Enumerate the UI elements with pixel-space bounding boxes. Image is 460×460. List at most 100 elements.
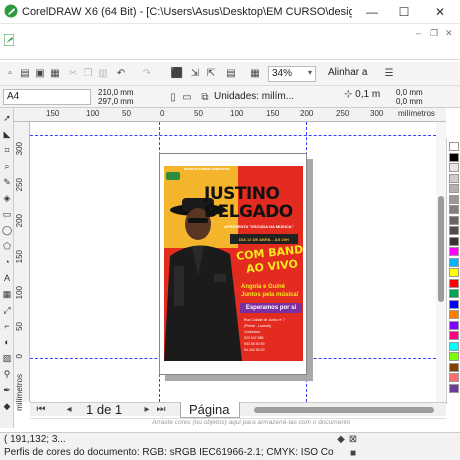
poster-info-line: 933 55 50 59 — [244, 342, 265, 346]
new-document-icon[interactable]: ▫ — [3, 66, 17, 80]
color-swatch[interactable] — [449, 268, 459, 277]
import-icon[interactable]: ⇲ — [188, 66, 202, 80]
table-tool-icon[interactable]: ▦ — [1, 288, 13, 300]
outline-tool-icon[interactable]: ✒ — [1, 384, 13, 396]
color-swatch[interactable] — [449, 289, 459, 298]
undo-icon[interactable]: ↶ — [114, 66, 128, 80]
landscape-icon[interactable]: ▭ — [180, 90, 194, 104]
dimension-tool-icon[interactable]: ⤢ — [1, 304, 13, 316]
color-swatch[interactable] — [449, 362, 459, 372]
color-swatch[interactable] — [449, 352, 459, 361]
color-swatch[interactable] — [449, 383, 459, 393]
poster-tagline: APRESENTA "ESCUDA NA MÚSICA" — [224, 224, 294, 229]
rectangle-tool-icon[interactable]: ▭ — [1, 208, 13, 220]
page-height-field[interactable]: 297,0 mm — [98, 97, 134, 106]
vertical-ruler[interactable]: 300 250 200 150 100 50 0 milímetros — [14, 122, 30, 411]
blend-tool-icon[interactable]: ◐ — [1, 336, 13, 348]
page-width-field[interactable]: 210,0 mm — [98, 88, 134, 97]
color-swatch[interactable] — [449, 236, 459, 246]
freehand-tool-icon[interactable]: ✎ — [1, 176, 13, 188]
ruler-tick-label: 300 — [15, 142, 24, 156]
color-swatch[interactable] — [449, 163, 459, 172]
snap-to-dropdown[interactable]: Alinhar a — [328, 67, 367, 78]
transparency-tool-icon[interactable]: ▨ — [1, 352, 13, 364]
redo-icon[interactable]: ↷ — [140, 66, 154, 80]
page-tab[interactable]: Página 1 — [180, 402, 240, 432]
color-swatch[interactable] — [449, 142, 459, 151]
fill-tool-icon[interactable]: ◆ — [1, 400, 13, 412]
launch-icon[interactable]: ▦ — [248, 66, 262, 80]
shape-tool-icon[interactable]: ◣ — [1, 128, 13, 140]
eyedropper-tool-icon[interactable]: ⚲ — [1, 368, 13, 380]
color-swatch[interactable] — [449, 184, 459, 193]
poster-date-banner: DIA 12 DE ABRIL - ÀS 20H — [230, 234, 298, 244]
save-icon[interactable]: ▣ — [33, 66, 47, 80]
portrait-icon[interactable]: ▯ — [166, 90, 180, 104]
color-swatch[interactable] — [449, 205, 459, 214]
copy-icon[interactable]: ❐ — [81, 66, 95, 80]
color-swatch[interactable] — [449, 173, 459, 183]
next-page-icon[interactable]: ▸ — [140, 402, 154, 416]
mdi-minimize-button[interactable]: – — [416, 28, 421, 38]
all-pages-icon[interactable]: ⧉ — [198, 90, 212, 104]
color-swatch[interactable] — [449, 152, 459, 162]
paste-icon[interactable]: ▥ — [96, 66, 110, 80]
horizontal-scroll-thumb[interactable] — [254, 407, 434, 413]
color-swatch[interactable] — [449, 310, 459, 319]
previous-page-icon[interactable]: ◂ — [62, 402, 76, 416]
text-tool-icon[interactable]: A — [1, 272, 13, 284]
color-swatch[interactable] — [449, 331, 459, 340]
zoom-tool-icon[interactable]: ⌕ — [1, 160, 13, 172]
print-icon[interactable]: ▦ — [48, 66, 62, 80]
outline-indicator-icon[interactable]: ⊠ — [346, 432, 360, 446]
close-button[interactable]: ✕ — [424, 0, 456, 24]
mdi-restore-button[interactable]: ❐ — [430, 28, 438, 39]
color-swatch[interactable] — [449, 278, 459, 288]
toolbox: ➚ ◣ ⌗ ⌕ ✎ ◈ ▭ ◯ ⬠ ◔ A ▦ ⤢ ⌐ ◐ ▨ ⚲ ✒ ◆ — [0, 108, 14, 428]
drawing-canvas[interactable]: MARIOTE KOMBIS ANIMADORA JUSTINO DELGADO… — [30, 122, 446, 402]
color-profile-text[interactable]: Perfis de cores do documento: RGB: sRGB … — [4, 447, 334, 458]
options-icon[interactable]: ☰ — [382, 66, 396, 80]
mdi-close-button[interactable]: ✕ — [445, 28, 453, 39]
document-page[interactable]: MARIOTE KOMBIS ANIMADORA JUSTINO DELGADO… — [159, 153, 307, 375]
color-swatch[interactable] — [449, 247, 459, 256]
cursor-coordinates: ( 191,132; 3... — [4, 434, 66, 445]
color-swatch[interactable] — [449, 226, 459, 235]
duplicate-y-field[interactable]: 0,0 mm — [396, 97, 423, 106]
nudge-distance-field[interactable]: ⊹ 0,1 m — [344, 89, 380, 100]
units-select[interactable]: Unidades: milím... — [214, 91, 294, 102]
outline-color-swatch-icon[interactable]: ■ — [346, 446, 360, 460]
vertical-scroll-thumb[interactable] — [438, 196, 444, 302]
page-size-select[interactable]: A4 — [3, 89, 91, 105]
last-page-icon[interactable]: ⏭ — [154, 402, 168, 416]
open-icon[interactable]: ▤ — [18, 66, 32, 80]
color-swatch[interactable] — [449, 373, 459, 382]
first-page-icon[interactable]: ⏮ — [34, 402, 48, 416]
color-swatch[interactable] — [449, 320, 459, 330]
minimize-button[interactable]: — — [356, 0, 388, 24]
poster-slogan-line1: Angola e Guiné — [241, 284, 286, 290]
maximize-button[interactable]: ☐ — [388, 0, 420, 24]
document-icon[interactable] — [4, 34, 14, 46]
color-swatch[interactable] — [449, 194, 459, 204]
basic-shapes-icon[interactable]: ◔ — [1, 256, 13, 268]
chevron-down-icon[interactable]: ▾ — [308, 68, 312, 77]
duplicate-x-field[interactable]: 0,0 mm — [396, 88, 423, 97]
connector-tool-icon[interactable]: ⌐ — [1, 320, 13, 332]
ellipse-tool-icon[interactable]: ◯ — [1, 224, 13, 236]
color-swatch[interactable] — [449, 257, 459, 267]
horizontal-ruler[interactable]: 150 100 50 0 50 100 150 200 250 300 milí… — [14, 108, 446, 122]
export-icon[interactable]: ⇱ — [204, 66, 218, 80]
color-swatch[interactable] — [449, 341, 459, 351]
crop-tool-icon[interactable]: ⌗ — [1, 144, 13, 156]
poster-artwork[interactable]: MARIOTE KOMBIS ANIMADORA JUSTINO DELGADO… — [164, 166, 303, 361]
color-swatch[interactable] — [449, 299, 459, 309]
cut-icon[interactable]: ✂ — [66, 66, 80, 80]
smart-fill-icon[interactable]: ◈ — [1, 192, 13, 204]
color-swatch[interactable] — [449, 215, 459, 225]
guideline[interactable] — [30, 135, 446, 136]
polygon-tool-icon[interactable]: ⬠ — [1, 240, 13, 252]
pick-tool-icon[interactable]: ➚ — [1, 112, 13, 124]
publish-pdf-icon[interactable]: ▤ — [224, 66, 238, 80]
search-content-icon[interactable]: ⬛ — [170, 66, 184, 80]
